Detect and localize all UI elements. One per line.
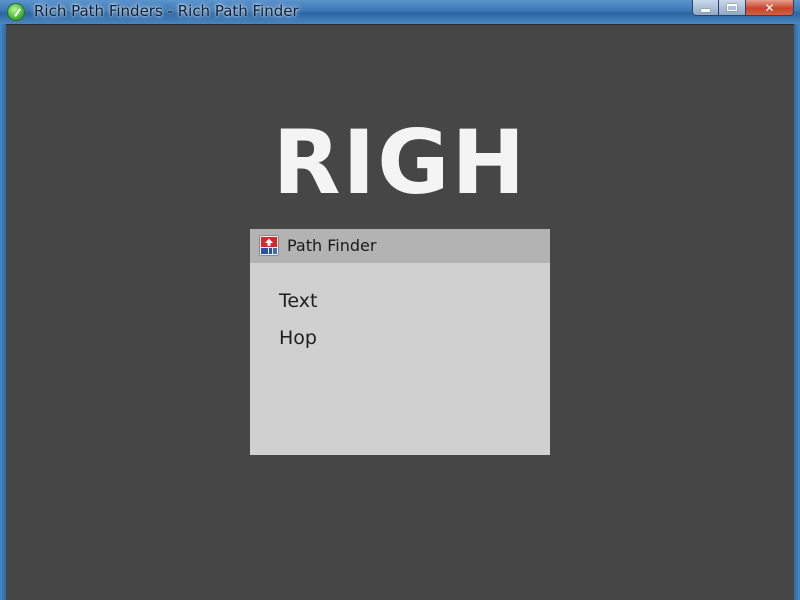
maximize-button[interactable] xyxy=(719,0,746,16)
minimize-button[interactable] xyxy=(692,0,719,16)
dialog-title: Path Finder xyxy=(287,236,377,255)
maximize-icon xyxy=(727,4,737,11)
dialog-body: Text Hop xyxy=(250,263,550,455)
close-button[interactable]: ✕ xyxy=(746,0,794,16)
list-item-text[interactable]: Text xyxy=(279,289,317,313)
list-item-hop[interactable]: Hop xyxy=(279,326,317,350)
path-finder-app-icon xyxy=(259,235,279,256)
main-heading: RIGH xyxy=(272,111,528,214)
window-titlebar[interactable]: Rich Path Finders - Rich Path Finder ✕ xyxy=(0,0,800,24)
green-check-icon xyxy=(7,3,25,21)
minimize-icon xyxy=(701,8,710,12)
dialog-titlebar[interactable]: Path Finder xyxy=(250,229,550,263)
window-client-area: RIGH Path Finder Text Hop xyxy=(6,24,794,600)
main-window: Rich Path Finders - Rich Path Finder ✕ R… xyxy=(0,0,800,600)
window-title: Rich Path Finders - Rich Path Finder xyxy=(34,2,299,20)
close-icon: ✕ xyxy=(764,0,775,15)
path-finder-dialog: Path Finder Text Hop xyxy=(250,229,550,455)
window-frame-right xyxy=(794,24,800,600)
caption-buttons: ✕ xyxy=(692,0,794,18)
